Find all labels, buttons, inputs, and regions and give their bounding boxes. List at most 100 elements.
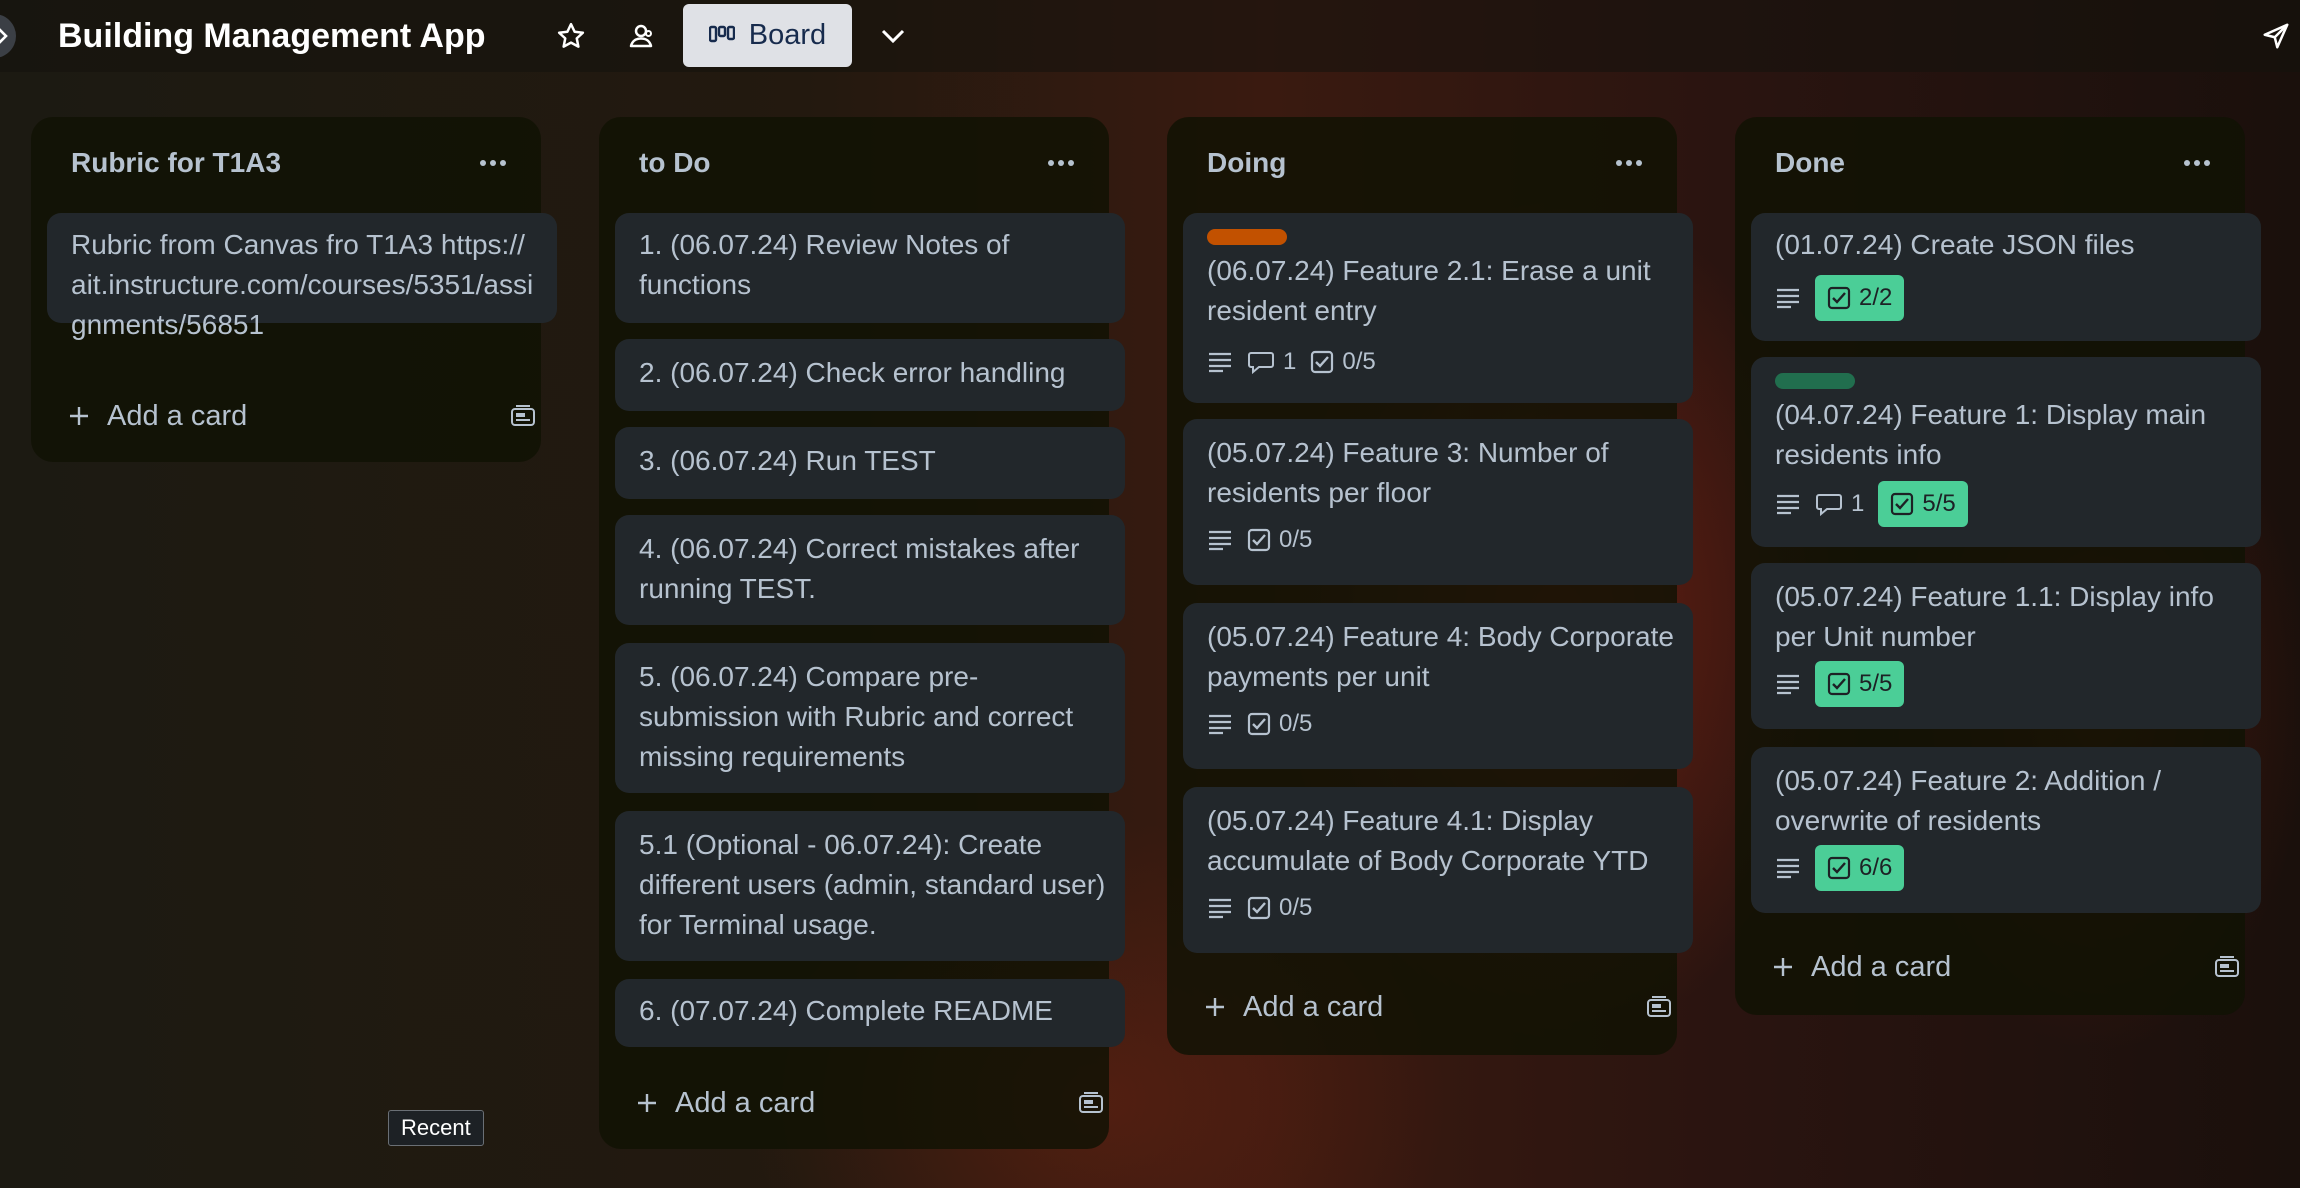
card[interactable]: (05.07.24) Feature 1.1: Display info per… — [1751, 563, 2261, 729]
list-menu-button[interactable] — [2177, 143, 2217, 183]
card-title: 5. (06.07.24) Compare pre-submission wit… — [639, 661, 1074, 772]
checklist-icon — [1827, 286, 1851, 310]
create-from-template-button[interactable] — [2209, 949, 2245, 985]
add-card-label: Add a card — [1811, 950, 1952, 983]
view-switcher-button[interactable] — [875, 18, 911, 54]
plus-icon — [638, 1094, 656, 1112]
card-label-green[interactable] — [1775, 373, 1855, 389]
description-icon — [1209, 530, 1231, 551]
card-title: (05.07.24) Feature 1.1: Display info per… — [1775, 581, 2214, 652]
add-card-button[interactable]: Add a card — [615, 1075, 1125, 1131]
card[interactable]: Rubric from Canvas fro T1A3 https://ait.… — [47, 213, 557, 340]
card[interactable]: 5. (06.07.24) Compare pre-submission wit… — [615, 643, 1125, 793]
more-icon — [480, 160, 506, 166]
checklist-count: 2/2 — [1859, 284, 1893, 311]
card[interactable]: 1. (06.07.24) Review Notes of functions — [615, 213, 1125, 323]
card-label-orange[interactable] — [1207, 229, 1287, 245]
card-badges: 0/5 — [1207, 701, 1312, 747]
board-view-label: Board — [748, 19, 827, 51]
card-title: (04.07.24) Feature 1: Display main resid… — [1775, 399, 2207, 470]
add-card-button[interactable]: Add a card — [1751, 939, 2261, 995]
list-menu-button[interactable] — [1609, 143, 1649, 183]
card[interactable]: (05.07.24) Feature 4: Body Corporate pay… — [1183, 603, 1693, 769]
description-icon — [1777, 858, 1799, 879]
card-title: (05.07.24) Feature 4: Body Corporate pay… — [1207, 621, 1674, 692]
card[interactable]: 6. (07.07.24) Complete README — [615, 979, 1125, 1047]
create-from-template-button[interactable] — [1641, 989, 1677, 1025]
card-title: 6. (07.07.24) Complete README — [639, 995, 1053, 1026]
checklist-complete-badge: 5/5 — [1878, 481, 1968, 527]
card-badges: 0/5 — [1207, 517, 1312, 563]
card[interactable]: (06.07.24) Feature 2.1: Erase a unit res… — [1183, 213, 1693, 403]
card-badges: 5/5 — [1775, 661, 1905, 707]
checklist-count: 6/6 — [1859, 854, 1893, 881]
create-from-template-button[interactable] — [1073, 1085, 1109, 1121]
checklist-badge: 0/5 — [1247, 885, 1312, 931]
card[interactable]: 2. (06.07.24) Check error handling — [615, 339, 1125, 411]
checklist-icon — [1891, 492, 1914, 516]
plus-icon — [70, 407, 88, 425]
list-done: Done (01.07.24) Create JSON files 2/2 (0… — [1735, 117, 2261, 1015]
card-title: (01.07.24) Create JSON files — [1775, 229, 2135, 260]
card-title: 3. (06.07.24) Run TEST — [639, 445, 936, 476]
list-title[interactable]: Doing — [1207, 147, 1286, 179]
checklist-complete-badge: 5/5 — [1815, 661, 1905, 707]
list-to-do: to Do 1. (06.07.24) Review Notes of func… — [599, 117, 1125, 1149]
card[interactable]: (05.07.24) Feature 4.1: Display accumula… — [1183, 787, 1693, 953]
comments-badge: 1 — [1247, 339, 1296, 385]
description-icon — [1209, 714, 1231, 735]
comment-icon — [1248, 352, 1274, 374]
workspace-visibility-icon — [629, 24, 653, 48]
list-menu-button[interactable] — [473, 143, 513, 183]
comments-badge: 1 — [1815, 481, 1864, 527]
add-card-label: Add a card — [675, 1086, 816, 1119]
card-badges: 0/5 — [1207, 885, 1312, 931]
plus-icon — [1206, 998, 1224, 1016]
star-button[interactable] — [553, 18, 589, 54]
card-title: (05.07.24) Feature 4.1: Display accumula… — [1207, 805, 1649, 876]
checklist-count: 0/5 — [1279, 710, 1313, 737]
list-header: Rubric for T1A3 — [31, 117, 541, 209]
create-from-template-button[interactable] — [505, 398, 541, 434]
card[interactable]: 4. (06.07.24) Correct mistakes after run… — [615, 515, 1125, 625]
checklist-complete-badge: 6/6 — [1815, 845, 1905, 891]
description-icon — [1209, 352, 1231, 373]
sidebar-toggle-button[interactable] — [0, 14, 16, 58]
board-icon — [708, 25, 735, 42]
checklist-count: 5/5 — [1922, 490, 1956, 517]
list-title[interactable]: to Do — [639, 147, 711, 179]
card-title: (05.07.24) Feature 2: Addition / overwri… — [1775, 765, 2162, 836]
checklist-count: 0/5 — [1342, 348, 1376, 375]
board-view-button[interactable]: Board — [683, 4, 852, 67]
add-card-button[interactable]: Add a card — [47, 388, 557, 444]
star-icon — [557, 22, 585, 48]
board-title[interactable]: Building Management App — [58, 14, 486, 58]
description-badge — [1207, 885, 1233, 931]
card-title: (05.07.24) Feature 3: Number of resident… — [1207, 437, 1609, 508]
checklist-count: 0/5 — [1279, 894, 1313, 921]
card[interactable]: (04.07.24) Feature 1: Display main resid… — [1751, 357, 2261, 547]
card[interactable]: (01.07.24) Create JSON files 2/2 — [1751, 213, 2261, 341]
card[interactable]: 3. (06.07.24) Run TEST — [615, 427, 1125, 499]
more-icon — [1048, 160, 1074, 166]
checklist-icon — [1247, 896, 1271, 920]
checklist-icon — [1247, 528, 1271, 552]
card[interactable]: 5.1 (Optional - 06.07.24): Create differ… — [615, 811, 1125, 961]
list-title[interactable]: Rubric for T1A3 — [71, 147, 281, 179]
description-badge — [1775, 481, 1801, 527]
card-badges: 1 5/5 — [1775, 481, 1968, 527]
card[interactable]: (05.07.24) Feature 2: Addition / overwri… — [1751, 747, 2261, 913]
description-badge — [1207, 339, 1233, 385]
add-card-button[interactable]: Add a card — [1183, 979, 1693, 1035]
card-badges: 6/6 — [1775, 845, 1905, 891]
card-title: Rubric from Canvas fro T1A3 https://ait.… — [71, 229, 534, 340]
more-icon — [2184, 160, 2210, 166]
workspace-visibility-button[interactable] — [623, 18, 659, 54]
share-button[interactable] — [2258, 18, 2294, 54]
list-title[interactable]: Done — [1775, 147, 1845, 179]
comment-icon — [1816, 494, 1842, 516]
list-menu-button[interactable] — [1041, 143, 1081, 183]
chevron-down-icon — [881, 29, 905, 44]
card[interactable]: (05.07.24) Feature 3: Number of resident… — [1183, 419, 1693, 585]
card-title: 4. (06.07.24) Correct mistakes after run… — [639, 533, 1080, 604]
